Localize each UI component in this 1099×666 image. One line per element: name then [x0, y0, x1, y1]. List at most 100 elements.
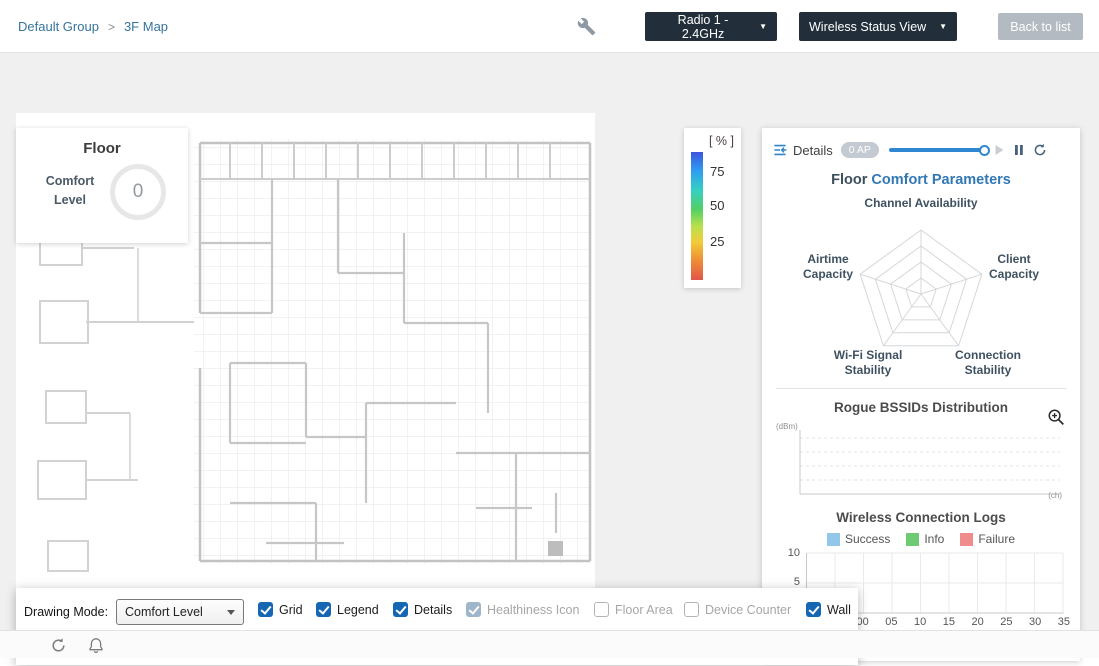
comfort-radar-chart [771, 212, 1071, 352]
map-grid [194, 139, 591, 564]
comfort-level-gauge: 0 [110, 164, 166, 220]
drawing-mode-value: Comfort Level [125, 605, 203, 619]
app-root: Default Group > 3F Map Radio 1 - 2.4GHz … [0, 0, 1099, 658]
floor-card-title: Floor [16, 140, 188, 157]
checkbox-label: Grid [279, 603, 303, 617]
checkbox-icon [258, 602, 273, 617]
map-shaft-block [548, 541, 563, 556]
checkbox-details[interactable]: Details [393, 602, 452, 617]
checkbox-grid[interactable]: Grid [258, 602, 303, 617]
comfort-level-value: 0 [133, 181, 144, 203]
scale-gradient-bar [691, 152, 703, 280]
details-panel: Details 0 AP Floor Comfort Parameters C [762, 128, 1080, 661]
checkbox-wall[interactable]: Wall [806, 602, 851, 617]
scale-tick-25: 25 [710, 234, 724, 249]
checkbox-floor-area: Floor Area [594, 602, 673, 617]
scale-tick-50: 50 [710, 198, 724, 213]
checkbox-label: Details [414, 603, 452, 617]
collapse-panel-icon[interactable] [772, 142, 788, 158]
checkbox-label: Healthiness Icon [487, 603, 579, 617]
logs-xtick: 30 [1029, 616, 1041, 628]
legend-item-success: Success [827, 532, 890, 546]
comfort-title-floor: Floor [831, 172, 867, 188]
play-icon[interactable] [994, 144, 1005, 156]
checkbox-label: Device Counter [705, 603, 791, 617]
status-dropdown-label: Wireless Status View [809, 20, 926, 34]
breadcrumb: Default Group > 3F Map [18, 0, 168, 53]
drawing-mode-select[interactable]: Comfort Level [116, 599, 244, 625]
logs-xtick: 00 [857, 616, 869, 628]
dropdown-arrow-icon: ▼ [939, 22, 947, 31]
failure-label: Failure [978, 532, 1015, 546]
legend-item-failure: Failure [960, 532, 1015, 546]
topbar: Default Group > 3F Map Radio 1 - 2.4GHz … [0, 0, 1099, 53]
comfort-parameters-title: Floor Comfort Parameters [762, 172, 1080, 188]
breadcrumb-3f-map[interactable]: 3F Map [124, 19, 168, 34]
footer-bar [0, 630, 1099, 658]
info-swatch [906, 533, 919, 546]
refresh-icon[interactable] [1033, 143, 1047, 157]
dropdown-arrow-icon: ▼ [759, 22, 767, 31]
comfort-level-label: Comfort Level [38, 172, 102, 210]
radar-axis-wifi-signal-stability: Wi-Fi Signal Stability [826, 348, 910, 378]
success-swatch [827, 533, 840, 546]
details-panel-header: Details 0 AP [772, 139, 1070, 161]
reload-icon[interactable] [50, 637, 67, 659]
timeline-slider-thumb[interactable] [979, 145, 990, 156]
logs-xtick: 05 [885, 616, 897, 628]
floor-comfort-card: Floor Comfort Level 0 [16, 128, 188, 243]
breadcrumb-separator: > [108, 20, 115, 34]
breadcrumb-default-group[interactable]: Default Group [18, 19, 99, 34]
drawing-mode-label: Drawing Mode: [24, 605, 108, 619]
ap-count-badge: 0 AP [841, 142, 879, 158]
radio-dropdown-label: Radio 1 - 2.4GHz [655, 13, 751, 41]
heatmap-scale-legend: [ % ] 75 50 25 [684, 128, 741, 288]
rogue-bssids-title: Rogue BSSIDs Distribution [762, 400, 1080, 415]
checkbox-label: Wall [827, 603, 851, 617]
checkbox-label: Floor Area [615, 603, 673, 617]
radar-axis-connection-stability: Connection Stability [946, 348, 1030, 378]
chevron-down-icon [227, 610, 235, 615]
rogue-chart-axes [782, 424, 1062, 502]
connection-logs-title: Wireless Connection Logs [762, 510, 1080, 525]
radio-select-dropdown[interactable]: Radio 1 - 2.4GHz ▼ [645, 12, 777, 41]
checkbox-device-counter: Device Counter [684, 602, 791, 617]
checkbox-icon [806, 602, 821, 617]
logs-xtick: 20 [972, 616, 984, 628]
wrench-icon[interactable] [577, 17, 596, 41]
radar-axis-channel-availability: Channel Availability [762, 196, 1080, 211]
rogue-y-unit: (dBm) [776, 422, 798, 431]
logs-ytick-5: 5 [782, 576, 800, 588]
logs-legend: Success Info Failure [762, 532, 1080, 546]
success-label: Success [845, 532, 890, 546]
checkbox-label: Legend [337, 603, 379, 617]
logs-xtick: 35 [1058, 616, 1070, 628]
logs-xtick: 10 [914, 616, 926, 628]
logs-ytick-10: 10 [782, 547, 800, 559]
checkbox-healthiness-icon: Healthiness Icon [466, 602, 579, 617]
info-label: Info [924, 532, 944, 546]
pause-icon[interactable] [1014, 144, 1024, 156]
status-view-dropdown[interactable]: Wireless Status View ▼ [799, 12, 957, 41]
legend-item-info: Info [906, 532, 944, 546]
map-light-walls [130, 248, 138, 480]
failure-swatch [960, 533, 973, 546]
checkbox-icon [594, 602, 609, 617]
checkbox-icon [684, 602, 699, 617]
workspace: Floor Comfort Level 0 [ % ] 75 50 25 Det… [0, 53, 1099, 630]
back-to-list-button[interactable]: Back to list [998, 13, 1083, 40]
checkbox-icon [316, 602, 331, 617]
section-divider [776, 388, 1066, 389]
logs-xtick: 25 [1000, 616, 1012, 628]
details-title: Details [793, 143, 833, 158]
logs-xtick: 15 [943, 616, 955, 628]
checkbox-legend[interactable]: Legend [316, 602, 379, 617]
scale-tick-75: 75 [710, 164, 724, 179]
rogue-bssids-chart: (dBm) (ch) [782, 424, 1062, 502]
map-left-wing [38, 231, 194, 571]
comfort-title-rest: Comfort Parameters [867, 172, 1010, 188]
timeline-slider[interactable] [889, 148, 985, 152]
scale-unit-label: [ % ] [709, 134, 734, 148]
bell-icon[interactable] [88, 637, 104, 659]
checkbox-icon [466, 602, 481, 617]
